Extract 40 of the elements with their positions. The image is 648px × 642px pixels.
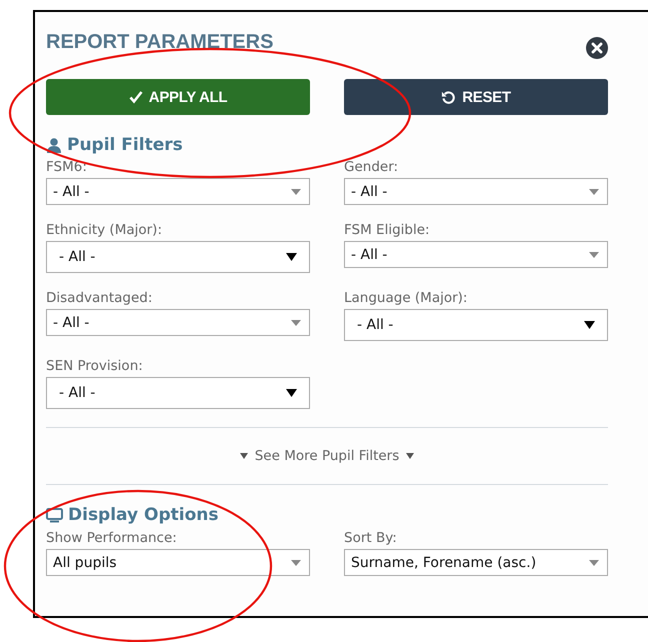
caret-icon: [589, 188, 599, 194]
close-icon[interactable]: [585, 36, 609, 60]
dropdown[interactable]: - All -: [46, 309, 310, 336]
dropdown[interactable]: - All -: [46, 377, 310, 409]
caret-icon: [406, 453, 414, 459]
reset-icon: [441, 90, 456, 104]
field-label: Ethnicity (Major):: [46, 221, 163, 239]
dropdown[interactable]: Surname, Forename (asc.): [344, 549, 608, 576]
field-label: Sort By:: [344, 529, 398, 547]
caret-icon: [584, 321, 595, 329]
reset-button[interactable]: RESET: [344, 79, 608, 115]
dropdown[interactable]: All pupils: [46, 549, 310, 576]
see-more-link[interactable]: See More Pupil Filters: [240, 428, 414, 484]
section-heading: Display Options: [68, 505, 218, 525]
field-label: SEN Provision:: [46, 357, 144, 375]
panel-title: REPORT PARAMETERS: [46, 30, 274, 54]
caret-icon: [291, 320, 301, 326]
caret-icon: [291, 560, 301, 566]
caret-icon: [240, 453, 248, 459]
dropdown[interactable]: - All -: [344, 178, 608, 205]
field-label: Gender:: [344, 158, 400, 176]
caret-icon: [291, 188, 301, 194]
field-label: Language (Major):: [344, 289, 468, 307]
field-label: Show Performance:: [46, 529, 178, 547]
caret-icon: [589, 252, 599, 258]
apply-button[interactable]: APPLY ALL: [46, 79, 310, 115]
dropdown[interactable]: - All -: [46, 241, 310, 273]
dropdown[interactable]: - All -: [344, 241, 608, 268]
section-heading: Pupil Filters: [67, 135, 183, 155]
dropdown[interactable]: - All -: [46, 178, 310, 205]
person-icon: [46, 138, 62, 152]
caret-icon: [286, 253, 297, 261]
check-icon: [128, 90, 143, 104]
field-label: Disadvantaged:: [46, 289, 154, 307]
monitor-icon: [46, 508, 63, 522]
dropdown[interactable]: - All -: [344, 309, 608, 341]
caret-icon: [589, 560, 599, 566]
field-label: FSM Eligible:: [344, 221, 431, 239]
caret-icon: [286, 389, 297, 397]
field-label: FSM6:: [46, 158, 88, 176]
